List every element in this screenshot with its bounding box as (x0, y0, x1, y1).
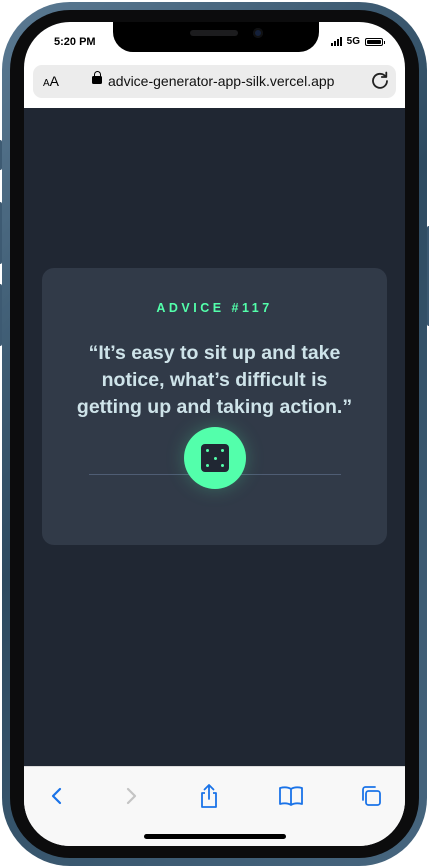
lock-icon (92, 71, 102, 84)
phone-screen: 5:20 PM 5G AA advice-generator-app-silk.… (24, 22, 405, 846)
forward-button[interactable] (116, 781, 146, 811)
divider-line-left (89, 474, 197, 475)
network-type: 5G (346, 36, 360, 47)
status-time: 5:20 PM (54, 36, 96, 48)
forward-chevron-icon (126, 787, 137, 805)
tabs-button[interactable] (356, 781, 386, 811)
advice-quote: “It’s easy to sit up and take notice, wh… (76, 342, 353, 418)
generate-advice-button[interactable] (184, 427, 246, 489)
volume-up-button (0, 202, 2, 264)
browser-toolbar (24, 766, 405, 846)
dice-icon (201, 444, 229, 472)
home-indicator[interactable] (144, 834, 286, 839)
signal-icon (330, 37, 342, 46)
advice-id: ADVICE #117 (156, 301, 273, 315)
address-bar[interactable]: AA advice-generator-app-silk.vercel.app (33, 65, 396, 98)
book-icon (279, 786, 303, 806)
back-chevron-icon (51, 787, 62, 805)
advice-card: ADVICE #117 “It’s easy to sit up and tak… (42, 268, 387, 545)
speaker-grille (190, 30, 238, 36)
url-text[interactable]: advice-generator-app-silk.vercel.app (108, 73, 334, 89)
share-button[interactable] (194, 781, 224, 811)
divider-line-right (233, 474, 341, 475)
notch (113, 22, 319, 52)
reload-icon[interactable] (370, 70, 390, 90)
camera-icon (253, 28, 263, 38)
back-button[interactable] (42, 781, 72, 811)
volume-down-button (0, 284, 2, 346)
text-size-button[interactable]: AA (43, 73, 59, 89)
bookmarks-button[interactable] (276, 781, 306, 811)
tabs-icon (362, 786, 381, 806)
status-indicators: 5G (330, 36, 385, 47)
battery-icon (365, 37, 385, 46)
mute-switch (0, 140, 2, 170)
share-icon (201, 784, 217, 808)
